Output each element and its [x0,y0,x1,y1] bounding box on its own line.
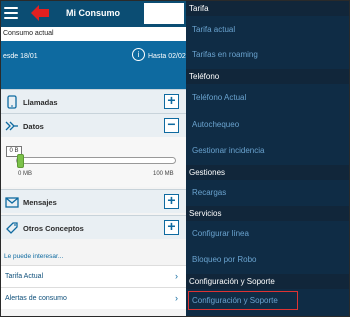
data-arrows-icon [5,121,18,131]
menu-section-telefono: Teléfono [186,69,349,84]
app-title: Mi Consumo [66,8,120,18]
menu-section-tarifa: Tarifa [186,1,349,16]
link-alertas-consumo[interactable]: Alertas de consumo › [1,287,186,309]
hamburger-icon[interactable] [4,6,18,20]
phone-icon [7,95,17,109]
plus-icon[interactable]: + [164,219,179,235]
datos-usage-panel: 0 B 0 MB 100 MB [1,137,186,187]
row-datos[interactable]: Datos − [1,113,186,137]
menu-item-bloqueo-robo[interactable]: Bloqueo por Robo [192,255,257,264]
period-start: esde 18/01 [3,53,38,60]
menu-item-tarifas-roaming[interactable]: Tarifas en roaming [192,50,258,59]
tag-icon [6,222,18,234]
info-icon[interactable]: i [132,48,145,61]
slider-max-label: 100 MB [153,171,174,177]
row-mensajes-label: Mensajes [23,198,57,207]
red-arrow-icon [31,5,49,21]
chevron-right-icon: › [175,293,178,303]
usage-slider-track [16,157,176,164]
menu-item-recargas[interactable]: Recargas [192,188,226,197]
link-tarifa-actual[interactable]: Tarifa Actual › [1,265,186,287]
menu-item-autochequeo[interactable]: Autochequeo [192,120,239,129]
row-otros-label: Otros Conceptos [23,224,84,233]
screen-frame: Mi Consumo Consumo actual esde 18/01 i H… [0,0,350,317]
app-header: Mi Consumo [1,1,186,27]
menu-section-gestiones: Gestiones [186,165,349,180]
row-llamadas[interactable]: Llamadas + [1,89,186,113]
slider-min-label: 0 MB [18,171,33,177]
menu-section-servicios: Servicios [186,206,349,221]
plus-icon[interactable]: + [164,93,179,109]
row-otros[interactable]: Otros Conceptos + [1,215,186,239]
row-llamadas-label: Llamadas [23,98,58,107]
minus-icon[interactable]: − [164,117,179,133]
menu-section-config: Configuración y Soporte [186,274,349,289]
envelope-icon [5,197,19,208]
link-label: Tarifa Actual [5,273,44,280]
side-menu: Tarifa Tarifa actual Tarifas en roaming … [186,1,349,316]
chevron-right-icon: › [175,271,178,281]
app-panel: Mi Consumo Consumo actual esde 18/01 i H… [1,1,186,316]
menu-item-config-soporte[interactable]: Configuración y Soporte [192,296,278,305]
plus-icon[interactable]: + [164,193,179,209]
menu-item-telefono-actual[interactable]: Teléfono Actual [192,93,246,102]
menu-item-tarifa-actual[interactable]: Tarifa actual [192,25,235,34]
header-blank-box [144,3,184,24]
usage-slider-thumb[interactable] [17,154,24,168]
period-banner: esde 18/01 i Hasta 02/02 [1,41,186,89]
interest-heading: Le puede interesar... [1,249,186,264]
link-label: Alertas de consumo [5,295,67,302]
row-mensajes[interactable]: Mensajes + [1,189,186,213]
menu-item-gestionar-incidencia[interactable]: Gestionar incidencia [192,146,264,155]
period-end: Hasta 02/02 [148,53,186,60]
menu-item-configurar-linea[interactable]: Configurar línea [192,229,249,238]
consumo-label: Consumo actual [1,27,186,41]
row-datos-label: Datos [23,122,44,131]
